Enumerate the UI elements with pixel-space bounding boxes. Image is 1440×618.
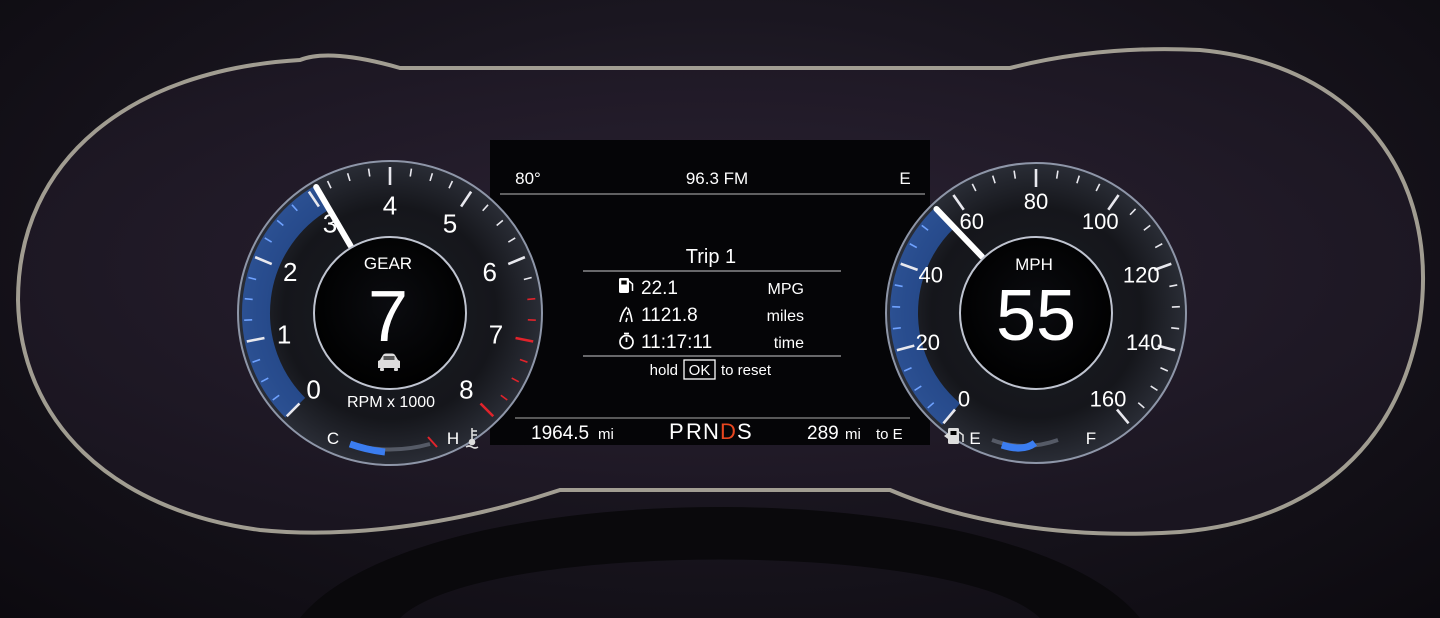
speedometer-scale-label: 160	[1090, 387, 1127, 412]
temp-hot-label: H	[447, 429, 459, 448]
reset-hint-key: OK	[689, 362, 711, 379]
reset-hint-suffix: to reset	[721, 362, 772, 379]
trip-mpg-unit: MPG	[768, 281, 804, 298]
tachometer-scale-label: 2	[283, 257, 297, 287]
gear-selector-r: R	[686, 419, 702, 444]
trip-title: Trip 1	[686, 246, 736, 268]
gear-selector-p: P	[669, 419, 684, 444]
speedometer-scale-label: 40	[919, 263, 943, 288]
odometer-unit: mi	[598, 426, 614, 443]
tachometer-scale-label: 4	[383, 190, 397, 220]
temp-cold-label: C	[327, 429, 339, 448]
trip-mpg-value: 22.1	[641, 278, 678, 299]
rpm-unit-label: RPM x 1000	[347, 394, 435, 411]
tachometer-scale-label: 5	[443, 209, 457, 239]
speedometer-scale-label: 100	[1082, 209, 1119, 234]
speedometer-minor-tick	[1171, 327, 1180, 330]
odometer-value: 1964.5	[531, 423, 589, 444]
radio-station: 96.3 FM	[686, 169, 748, 188]
reset-hint-prefix: hold	[650, 362, 678, 379]
speedometer-scale-label: 140	[1126, 330, 1163, 355]
speedometer-minor-tick	[892, 327, 901, 330]
tachometer-minor-tick	[244, 297, 253, 301]
tachometer-scale-label: 0	[306, 375, 320, 405]
trip-time-value: 11:17:11	[641, 332, 712, 353]
range-unit: mi	[845, 426, 861, 443]
gear-selector-d: D	[720, 419, 736, 444]
gear-selector-s: S	[737, 419, 752, 444]
speedometer-scale-label: 20	[916, 330, 940, 355]
gear-selector-n: N	[703, 419, 719, 444]
trip-distance-unit: miles	[767, 308, 804, 325]
compass-heading: E	[899, 169, 910, 188]
trip-time-unit: time	[774, 335, 804, 352]
speedometer-scale-label: 0	[958, 387, 970, 412]
speedometer-scale-label: 60	[960, 209, 984, 234]
tachometer-scale-label: 6	[483, 257, 497, 287]
speedometer: 0 20 40 60 80 100 120 140 160 MPH 55	[885, 162, 1187, 464]
gear-selector: PRNDS	[669, 419, 752, 444]
tachometer: 012345678 GEAR 7 RPM x 1000	[237, 160, 543, 466]
range-value: 289	[807, 423, 839, 444]
speedometer-scale-label: 80	[1024, 189, 1048, 214]
tachometer-scale-label: 1	[277, 319, 291, 349]
gear-value: 7	[368, 277, 408, 357]
range-suffix: to E	[876, 426, 903, 443]
speed-unit-label: MPH	[1015, 255, 1053, 274]
gear-label: GEAR	[364, 254, 412, 273]
speed-value: 55	[996, 276, 1076, 356]
fuel-empty-label: E	[969, 429, 980, 448]
fuel-full-label: F	[1086, 429, 1096, 448]
instrument-cluster: 012345678 GEAR 7 RPM x 1000 C H 02040608	[15, 47, 1425, 618]
trip-row-time: 11:17:11 time	[619, 332, 804, 353]
tachometer-scale-label: 7	[489, 319, 503, 349]
tachometer-minor-tick	[527, 297, 536, 301]
speedometer-scale-label: 120	[1123, 263, 1160, 288]
tachometer-scale-label: 8	[459, 375, 473, 405]
trip-distance-value: 1121.8	[641, 305, 698, 326]
outside-temperature: 80°	[515, 169, 541, 188]
